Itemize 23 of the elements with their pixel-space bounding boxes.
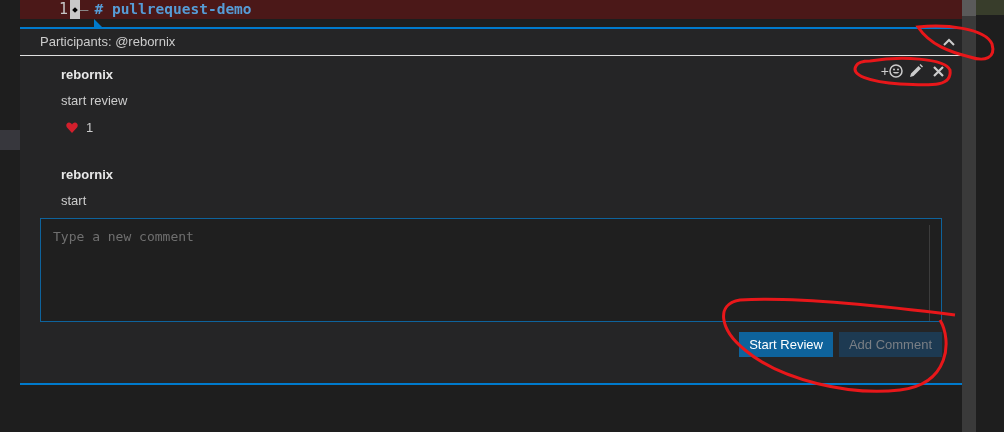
cursor-block bbox=[70, 0, 80, 19]
smiley-icon bbox=[889, 64, 903, 78]
comment-input[interactable]: Type a new comment bbox=[40, 218, 942, 322]
comment-author: rebornix bbox=[61, 66, 113, 83]
chevron-up-icon bbox=[943, 38, 955, 46]
participants-label: Participants: @rebornix bbox=[40, 33, 176, 52]
scrollbar[interactable] bbox=[962, 0, 976, 432]
gutter-highlight bbox=[0, 130, 20, 150]
edit-button[interactable] bbox=[909, 64, 923, 78]
delete-button[interactable] bbox=[933, 65, 944, 77]
comment-body: start review bbox=[61, 92, 128, 109]
code-text: # pullrequest-demo bbox=[94, 0, 252, 19]
primary-button[interactable]: Start Review bbox=[739, 332, 833, 357]
add-reaction-button[interactable]: + bbox=[880, 64, 903, 78]
comment-body: start bbox=[61, 192, 87, 209]
heart-reaction[interactable]: 1 bbox=[61, 118, 94, 138]
diff-marker: – bbox=[80, 0, 89, 19]
line-number: 1 bbox=[57, 0, 68, 21]
comment-author: rebornix bbox=[61, 166, 113, 183]
close-icon bbox=[933, 65, 944, 77]
overview-ruler-mark bbox=[976, 0, 1004, 15]
pencil-icon bbox=[909, 64, 923, 78]
heart-icon bbox=[66, 122, 78, 134]
